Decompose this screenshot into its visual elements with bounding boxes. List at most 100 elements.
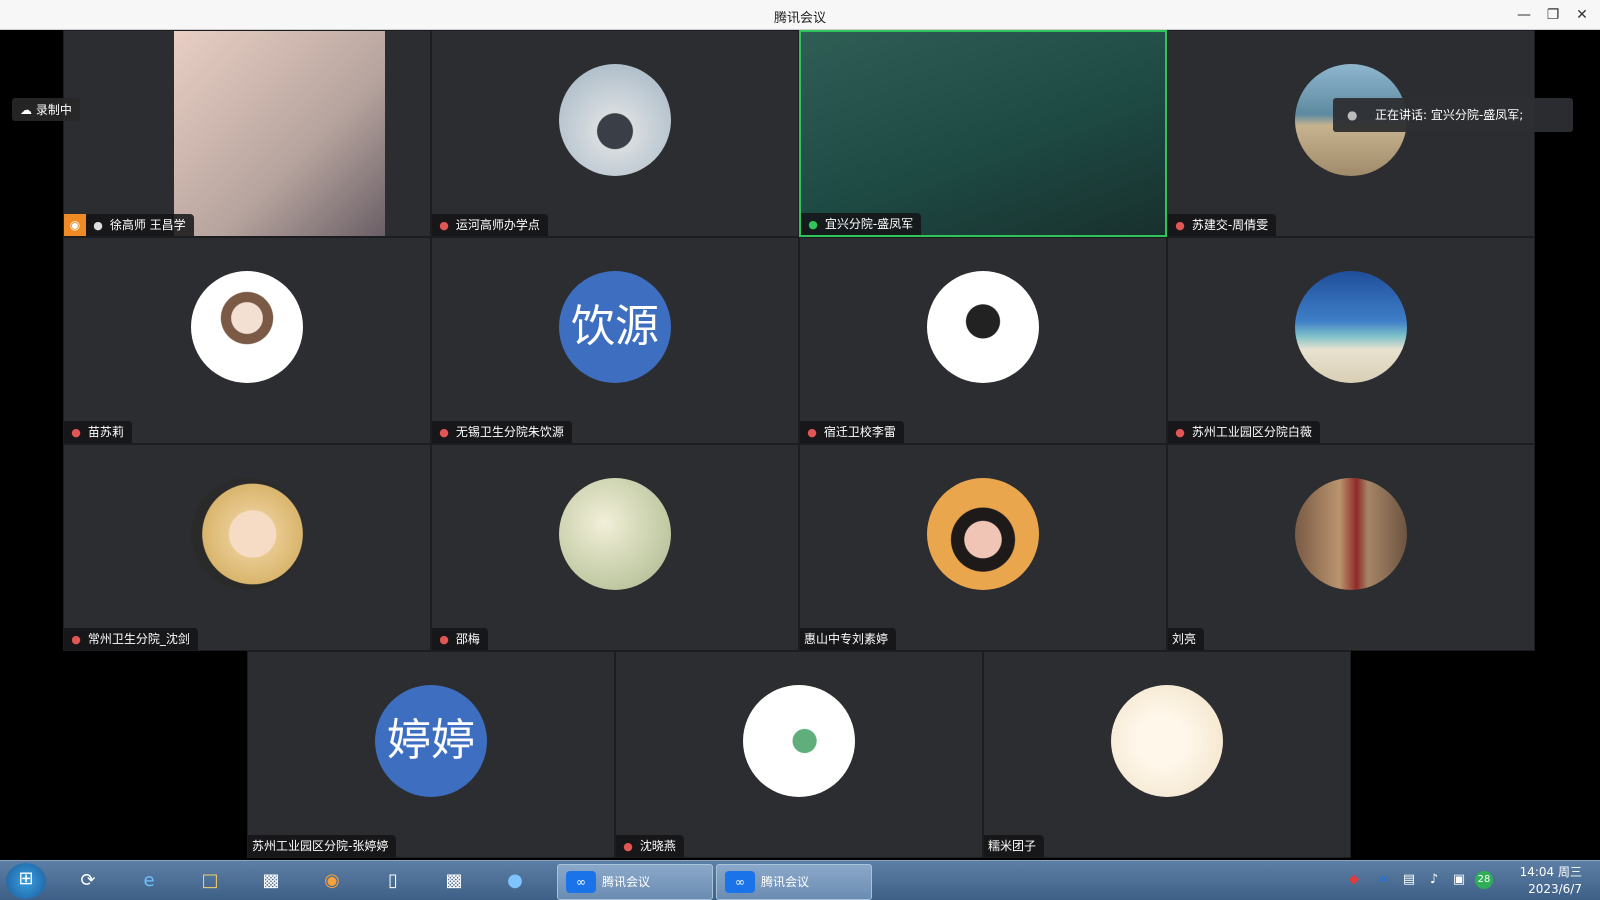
- mic-muted-icon: ●: [439, 633, 449, 646]
- participant-avatar-text: 婷婷: [375, 684, 487, 797]
- cloud-record-icon: ☁: [20, 103, 32, 117]
- tencent-meeting-icon: ∞: [566, 871, 596, 893]
- restore-button[interactable]: ❐: [1541, 4, 1565, 26]
- recording-label: 录制中: [35, 103, 72, 117]
- speaking-label: 正在讲话:: [1375, 108, 1428, 122]
- participant-name: 徐高师 王昌学: [109, 218, 186, 232]
- participant-avatar: [1295, 270, 1407, 383]
- participant-tile[interactable]: 糯米团子: [983, 651, 1351, 858]
- close-button[interactable]: ✕: [1570, 4, 1594, 26]
- video-editor-icon[interactable]: ▩: [436, 865, 472, 897]
- participant-tile[interactable]: ● 苏州工业园区分院白薇: [1167, 237, 1535, 444]
- participant-avatar: [1295, 477, 1407, 590]
- participant-tile[interactable]: 惠山中专刘素婷: [799, 444, 1167, 651]
- mic-muted-icon: ●: [807, 426, 817, 439]
- mic-muted-icon: ●: [1175, 426, 1185, 439]
- window-title: 腾讯会议: [773, 11, 826, 26]
- participant-name: 糯米团子: [988, 839, 1037, 853]
- participant-name: 无锡卫生分院朱饮源: [455, 425, 564, 439]
- host-icon: ◉: [64, 214, 86, 236]
- network-tray-icon[interactable]: ▤: [1400, 871, 1418, 889]
- participant-nametag: 糯米团子: [984, 835, 1045, 857]
- clock-time: 14:04 周三: [1519, 865, 1582, 879]
- mic-muted-icon: ●: [439, 219, 449, 232]
- participant-tile[interactable]: ● 苗苏莉: [63, 237, 431, 444]
- participant-name: 苏建交-周倩雯: [1191, 218, 1269, 232]
- participant-name: 常州卫生分院_沈剑: [87, 632, 190, 646]
- mic-icon: ●: [93, 219, 103, 232]
- speaking-name: 宜兴分院-盛凤军;: [1430, 108, 1524, 122]
- network-icon[interactable]: ▣: [1450, 871, 1468, 889]
- participant-name: 苏州工业园区分院白薇: [1191, 425, 1312, 439]
- meeting-tray-icon[interactable]: ∞: [1375, 871, 1393, 889]
- participant-avatar: [927, 477, 1039, 590]
- participant-name: 苏州工业园区分院-张婷婷: [252, 839, 389, 853]
- title-bar: 腾讯会议 — ❐ ✕: [0, 0, 1600, 30]
- participant-name: 邵梅: [455, 632, 480, 646]
- participant-name: 刘亮: [1172, 632, 1197, 646]
- participant-avatar: [191, 270, 303, 383]
- participant-tile[interactable]: 刘亮: [1167, 444, 1535, 651]
- media-player-icon[interactable]: ◉: [314, 865, 350, 897]
- participant-name: 宿迁卫校李雷: [823, 425, 896, 439]
- movie-maker-icon[interactable]: ▩: [253, 865, 289, 897]
- participant-name: 运河高师办学点: [455, 218, 540, 232]
- participant-name: 苗苏莉: [87, 425, 124, 439]
- participant-video: [801, 32, 1165, 235]
- mic-icon: ●: [1347, 108, 1358, 122]
- taskbar-task-meeting[interactable]: ∞ 腾讯会议: [716, 864, 872, 900]
- participant-avatar-text: 饮源: [559, 270, 671, 383]
- task-label: 腾讯会议: [602, 875, 651, 889]
- mic-muted-icon: ●: [1175, 219, 1185, 232]
- participant-tile[interactable]: ● 常州卫生分院_沈剑: [63, 444, 431, 651]
- participant-nametag: ● 苏州工业园区分院白薇: [1168, 421, 1320, 443]
- mic-muted-icon: ●: [623, 840, 633, 853]
- ie-browser-icon[interactable]: e: [131, 865, 167, 897]
- participant-nametag: ● 宿迁卫校李雷: [800, 421, 904, 443]
- volume-icon[interactable]: ♪: [1425, 871, 1443, 889]
- minimize-button[interactable]: —: [1512, 4, 1536, 26]
- mic-muted-icon: ●: [71, 633, 81, 646]
- sync-app-icon[interactable]: ⟳: [70, 865, 106, 897]
- folder-icon[interactable]: □: [192, 865, 228, 897]
- participant-avatar: [927, 270, 1039, 383]
- participant-name: 沈晓燕: [639, 839, 676, 853]
- participant-tile-active[interactable]: ● 宜兴分院-盛凤军: [799, 30, 1167, 237]
- participant-nametag: ● 苏建交-周倩雯: [1168, 214, 1277, 236]
- ime-icon[interactable]: ◆: [1345, 871, 1363, 889]
- participant-nametag: ◉ ● 徐高师 王昌学: [64, 214, 194, 236]
- participant-video: [174, 31, 385, 236]
- mic-muted-icon: ●: [439, 426, 449, 439]
- participant-nametag: ● 常州卫生分院_沈剑: [64, 628, 198, 650]
- participant-tile[interactable]: ● 邵梅: [431, 444, 799, 651]
- participant-name: 惠山中专刘素婷: [804, 632, 889, 646]
- recording-indicator[interactable]: ☁ 录制中: [12, 98, 80, 121]
- clock-date: 2023/6/7: [1528, 882, 1582, 896]
- globe-icon[interactable]: ●: [497, 865, 533, 897]
- participant-avatar: [743, 684, 855, 797]
- participant-nametag: 刘亮: [1168, 628, 1205, 650]
- clock[interactable]: 14:04 周三 2023/6/7: [1508, 864, 1582, 898]
- mic-active-icon: ●: [808, 218, 818, 231]
- speaking-indicator: ● 正在讲话: 宜兴分院-盛凤军;: [1333, 98, 1573, 132]
- participant-tile[interactable]: ● 宿迁卫校李雷: [799, 237, 1167, 444]
- participant-avatar: [559, 63, 671, 176]
- participant-tile[interactable]: ◉ ● 徐高师 王昌学: [63, 30, 431, 237]
- taskbar: ⊞ ⟳ e □ ▩ ◉ ▯ ▩ ● ∞ 腾讯会议 ∞ 腾讯会议 ◆ ∞ ▤ ♪ …: [0, 860, 1600, 900]
- participant-tile[interactable]: ● 运河高师办学点: [431, 30, 799, 237]
- participant-tile[interactable]: 饮源 ● 无锡卫生分院朱饮源: [431, 237, 799, 444]
- start-button[interactable]: ⊞: [6, 863, 46, 899]
- tencent-meeting-icon: ∞: [725, 871, 755, 893]
- participant-nametag: ● 宜兴分院-盛凤军: [801, 213, 922, 235]
- participant-tile[interactable]: 婷婷 苏州工业园区分院-张婷婷: [247, 651, 615, 858]
- document-icon[interactable]: ▯: [375, 865, 411, 897]
- participant-tile[interactable]: ● 苏建交-周倩雯: [1167, 30, 1535, 237]
- participant-nametag: ● 沈晓燕: [616, 835, 684, 857]
- taskbar-task-meeting[interactable]: ∞ 腾讯会议: [557, 864, 713, 900]
- participant-avatar: [191, 477, 303, 590]
- participant-tile[interactable]: ● 沈晓燕: [615, 651, 983, 858]
- participant-name: 宜兴分院-盛凤军: [824, 217, 914, 231]
- security-badge-icon[interactable]: 28: [1475, 871, 1493, 889]
- video-grid: ◉ ● 徐高师 王昌学 ● 运河高师办学点 ● 宜兴分院-盛凤军 ● 苏建交-周倩…: [0, 30, 1600, 860]
- participant-nametag: ● 苗苏莉: [64, 421, 132, 443]
